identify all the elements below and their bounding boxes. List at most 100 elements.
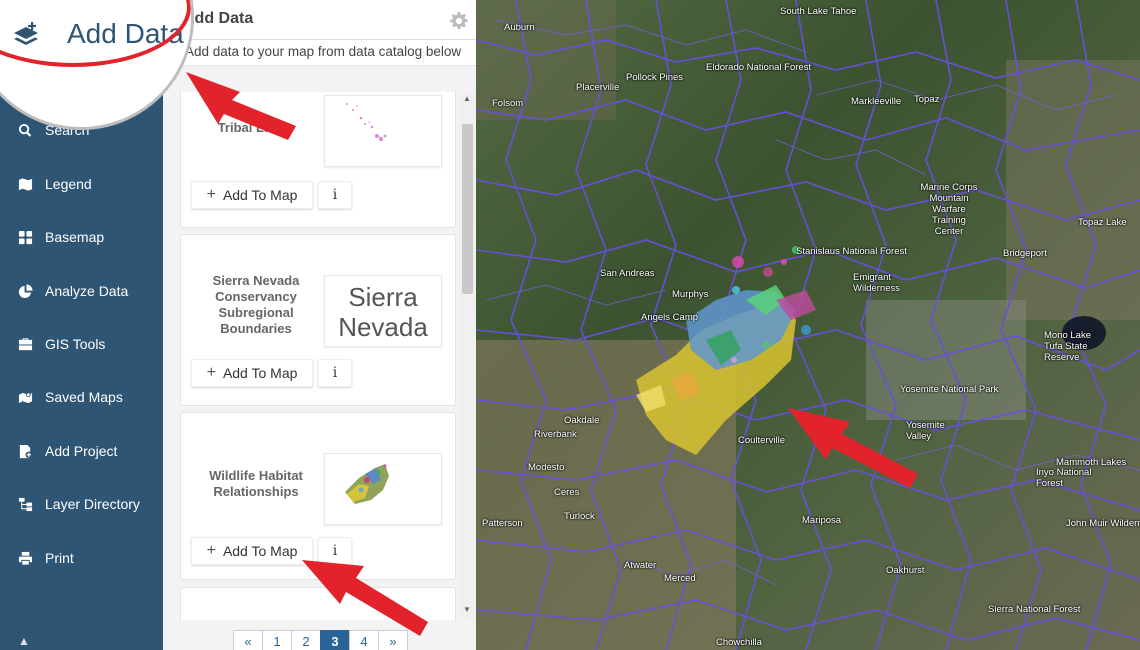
card-thumbnail [324, 453, 442, 525]
map-icon [16, 175, 34, 193]
map-label: Bridgeport [1003, 248, 1047, 259]
map-label: Pollock Pines [626, 72, 684, 83]
map-label: Atwater [624, 560, 657, 571]
add-to-map-button[interactable]: + Add To Map [191, 537, 313, 565]
grid-icon [16, 228, 34, 246]
panel-scrollbar[interactable]: ▲ ▼ [459, 92, 476, 620]
map-label: Oakdale [564, 415, 600, 426]
map-label: Ceres [554, 487, 580, 498]
plus-icon: + [206, 186, 216, 203]
toolbox-icon [16, 335, 34, 353]
nav-label: Print [45, 550, 74, 566]
page-next[interactable]: » [378, 630, 408, 650]
collapse-caret-icon[interactable]: ▲ [18, 634, 30, 648]
add-project-icon [16, 442, 34, 460]
map-label: Mono Lake Tufa State Reserve [1044, 330, 1092, 363]
card-title: Wildlife Habitat Relationships [209, 468, 303, 499]
nav-add-project[interactable]: Add Project [0, 431, 163, 471]
map-view[interactable]: South Lake Tahoe Auburn Eldorado Nationa… [476, 0, 1140, 650]
map-label: Riverbank [534, 429, 577, 440]
nav-label: GIS Tools [45, 336, 106, 352]
map-label: Oakhurst [886, 565, 925, 576]
nav-label: Saved Maps [45, 389, 123, 405]
info-button[interactable]: i [318, 359, 352, 387]
map-label: Auburn [504, 22, 535, 33]
nav-label: Analyze Data [45, 283, 129, 299]
nav-label: Add Project [45, 443, 118, 459]
print-icon [16, 549, 34, 567]
map-label: Stanislaus National Forest [796, 246, 907, 257]
plus-icon: + [206, 542, 216, 559]
nav-layer-directory[interactable]: Layer Directory [0, 484, 163, 524]
map-label: Yosemite National Park [900, 384, 999, 395]
map-label: Topaz [914, 94, 940, 105]
add-data-panel: Add Data Add data to your map from data … [163, 0, 476, 650]
catalog-card-wildlife-habitat: Wildlife Habitat Relationships + Add To M… [180, 412, 456, 580]
thumbnail-image [345, 464, 389, 504]
page-prev[interactable]: « [233, 630, 263, 650]
map-label: Coulterville [738, 435, 785, 446]
info-button[interactable]: i [318, 181, 352, 209]
layers-add-icon [11, 22, 41, 48]
thumbnail-text: Nevada [338, 312, 428, 342]
map-label: Mariposa [802, 515, 842, 526]
map-label: Patterson [482, 518, 523, 529]
saved-maps-icon [16, 388, 34, 406]
map-label: John Muir Wilderness [1066, 518, 1140, 529]
add-to-map-button[interactable]: + Add To Map [191, 181, 313, 209]
nav-analyze-data[interactable]: Analyze Data [0, 271, 163, 311]
catalog-card-tribal-lands: Tribal Lands + Add To Map i [180, 92, 456, 228]
nav-label: Legend [45, 176, 92, 192]
nav-label: Basemap [45, 229, 105, 245]
magnified-title: Add Data [67, 18, 184, 49]
nav-legend[interactable]: Legend [0, 164, 163, 204]
scroll-down-icon[interactable]: ▼ [463, 605, 471, 614]
card-title: Sierra Nevada Conservancy Subregional Bo… [212, 273, 300, 336]
map-label: Topaz Lake [1078, 217, 1127, 228]
nav-saved-maps[interactable]: Saved Maps [0, 377, 163, 417]
nav-print[interactable]: Print [0, 538, 163, 578]
catalog-card [180, 587, 456, 620]
panel-header: Add Data [163, 0, 476, 40]
map-label: Markleeville [851, 96, 902, 107]
plus-icon: + [206, 364, 216, 381]
scroll-thumb[interactable] [462, 124, 473, 294]
pagination: « 1 2 3 4 » [233, 630, 408, 650]
info-button[interactable]: i [318, 537, 352, 565]
map-label: Sierra National Forest [988, 604, 1081, 615]
map-label: Murphys [672, 289, 709, 300]
map-label: Emigrant Wilderness [853, 272, 900, 294]
map-label: Yosemite Valley [906, 420, 945, 442]
map-label: Inyo National Forest [1036, 467, 1092, 489]
card-thumbnail [324, 95, 442, 167]
card-thumbnail: Sierra Nevada [324, 275, 442, 347]
gear-icon[interactable] [450, 12, 468, 30]
search-icon [16, 121, 34, 139]
map-canvas [476, 0, 1140, 650]
page-4[interactable]: 4 [349, 630, 379, 650]
map-label: Turlock [564, 511, 595, 522]
map-label: Chowchilla [716, 637, 762, 648]
map-label: Angels Camp [641, 312, 699, 323]
nav-label: Layer Directory [45, 496, 140, 512]
thumbnail-image [346, 103, 387, 142]
add-to-map-button[interactable]: + Add To Map [191, 359, 313, 387]
page-3[interactable]: 3 [320, 630, 350, 650]
sitemap-icon [16, 495, 34, 513]
catalog-card-sierra-nevada: Sierra Nevada Conservancy Subregional Bo… [180, 234, 456, 406]
card-title: Tribal Lands [217, 120, 295, 135]
map-label: Marine Corps Mountain Warfare Training C… [920, 182, 978, 237]
nav-basemap[interactable]: Basemap [0, 217, 163, 257]
thumbnail-text: Sierra [348, 282, 418, 312]
map-label: Modesto [528, 462, 565, 473]
page-1[interactable]: 1 [262, 630, 292, 650]
map-label: San Andreas [600, 268, 655, 279]
data-catalog-list[interactable]: Tribal Lands + Add To Map i Sierra Nevada… [163, 92, 476, 620]
scroll-up-icon[interactable]: ▲ [463, 94, 471, 103]
map-label: Placerville [576, 82, 620, 93]
nav-gis-tools[interactable]: GIS Tools [0, 324, 163, 364]
panel-subtitle: Add data to your map from data catalog b… [163, 40, 476, 66]
pie-chart-icon [16, 282, 34, 300]
map-label: Eldorado National Forest [706, 62, 812, 73]
page-2[interactable]: 2 [291, 630, 321, 650]
